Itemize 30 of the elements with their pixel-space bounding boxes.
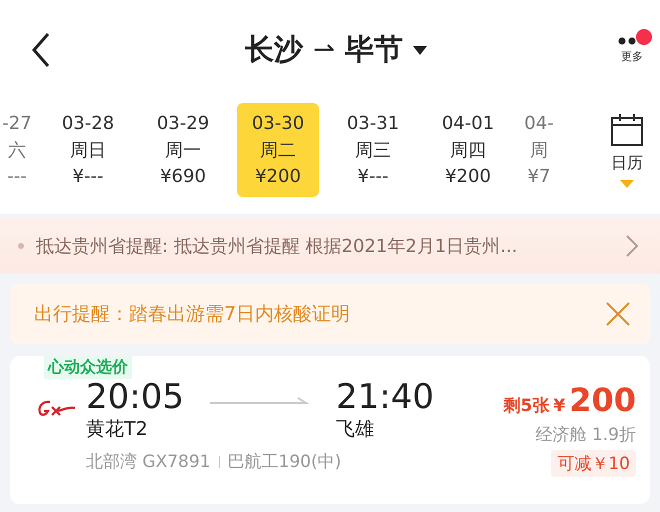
caret-icon[interactable] — [412, 46, 427, 54]
bullet-icon — [18, 243, 24, 249]
travel-reminder: 出行提醒：踏春出游需7日内核酸证明 — [34, 302, 350, 327]
arrival-time: 21:40 — [336, 379, 434, 416]
date-tab[interactable]: 03-29 周一 ¥690 — [142, 103, 224, 197]
discount-tag: 可减￥10 — [551, 450, 636, 477]
cabin-class: 经济舱 1.9折 — [536, 424, 636, 446]
date-tab[interactable]: 04- 周 ¥7 — [522, 103, 556, 197]
aircraft-type: 巴航工190(中) — [228, 451, 342, 474]
departure-airport: 黄花T2 — [86, 417, 149, 442]
departure-city: 长沙 — [245, 31, 304, 68]
currency-symbol: ¥ — [553, 396, 566, 416]
ticket-price: 200 — [569, 381, 636, 419]
airline-logo — [36, 399, 76, 419]
flight-card[interactable]: 心动众选价 20:05 黄花T2 21:40 飞雄 北部湾 GX7891 巴航工190(中) 剩5张 ¥200 经济舱 1.9折 可减￥10 — [10, 356, 650, 504]
flight-number: 北部湾 GX7891 — [86, 451, 210, 474]
date-tab[interactable]: 03-30 周二 ¥200 — [237, 103, 319, 197]
arrival-city: 毕节 — [344, 31, 403, 68]
date-tab[interactable]: -27 六 --- — [0, 103, 34, 197]
date-tab[interactable]: 03-28 周日 ¥--- — [47, 103, 129, 197]
date-tab[interactable]: 04-01 周四 ¥200 — [427, 103, 509, 197]
arrival-airport: 飞雄 — [336, 417, 375, 442]
caret-icon — [620, 180, 634, 188]
seats-left: 剩5张 — [504, 395, 550, 417]
calendar-button[interactable]: 日历 — [594, 112, 660, 188]
route-arrow: ⇀ — [313, 35, 335, 65]
departure-time: 20:05 — [86, 379, 184, 416]
calendar-icon — [610, 112, 644, 146]
date-tab[interactable]: 03-31 周三 ¥--- — [332, 103, 414, 197]
deal-tag: 心动众选价 — [44, 356, 132, 379]
